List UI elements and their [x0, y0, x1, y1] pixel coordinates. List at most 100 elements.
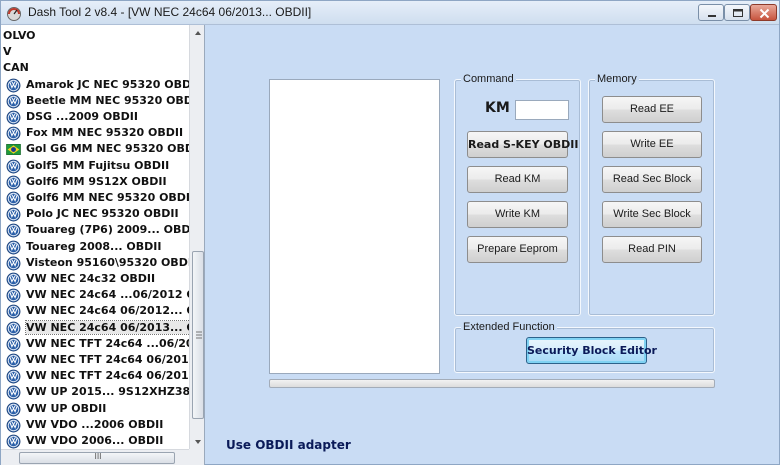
progress-bar — [269, 379, 715, 388]
tree-item-label: Golf6 MM 9S12X OBDII — [26, 174, 167, 188]
tree-item-label: Touareg (7P6) 2009... OBDII — [26, 223, 199, 237]
tree-item-label: Fox MM NEC 95320 OBDII — [26, 126, 184, 140]
vw-logo-icon — [6, 304, 21, 319]
output-text-panel[interactable] — [269, 79, 440, 374]
tree-item-label: Gol G6 MM NEC 95320 OBDII — [26, 142, 203, 156]
vw-logo-icon — [6, 223, 21, 238]
tree-item-label: OLVO — [3, 29, 36, 42]
read-pin-button[interactable]: Read PIN — [602, 236, 702, 263]
title-bar[interactable]: Dash Tool 2 v8.4 - [VW NEC 24c64 06/2013… — [1, 1, 779, 25]
vw-logo-icon — [6, 434, 21, 449]
tree-item-label: Amarok JC NEC 95320 OBDII — [26, 77, 200, 91]
read-km-button[interactable]: Read KM — [467, 166, 568, 193]
tree-item-label: VW NEC TFT 24c64 06/2012. — [26, 353, 201, 366]
tree-item[interactable]: Beetle MM NEC 95320 OBDII — [1, 93, 201, 109]
tree-horizontal-scrollbar[interactable]: III — [1, 449, 189, 465]
tree-item[interactable]: VW NEC 24c64 ...06/2012 OI — [1, 287, 200, 303]
tree-group[interactable]: OLVO — [1, 28, 189, 44]
vw-logo-icon — [6, 288, 21, 303]
tree-item[interactable]: Golf6 MM NEC 95320 OBDII — [1, 190, 194, 206]
vw-logo-icon — [6, 385, 21, 400]
vw-logo-icon — [6, 418, 21, 433]
window-title: Dash Tool 2 v8.4 - [VW NEC 24c64 06/2013… — [28, 5, 312, 19]
tree-item-label: VW NEC TFT 24c64 ...06/201 — [26, 336, 202, 350]
vw-logo-icon — [6, 126, 21, 141]
chevron-down-icon — [195, 440, 201, 444]
tree-item[interactable]: DSG ...2009 OBDII — [1, 109, 189, 125]
close-button[interactable] — [750, 4, 777, 21]
tree-item[interactable]: Visteon 95160\95320 OBDII — [1, 255, 196, 271]
scroll-up-button[interactable] — [190, 25, 204, 41]
prepare-eeprom-button[interactable]: Prepare Eeprom — [467, 236, 568, 263]
vehicle-tree[interactable]: OLVO V CAN Amarok JC NEC 95320 OBDII Beetle … — [1, 25, 205, 465]
tree-item[interactable]: VW VDO ...2006 OBDII — [1, 417, 189, 433]
read-ee-button[interactable]: Read EE — [602, 96, 702, 123]
vw-logo-icon — [6, 256, 21, 271]
vw-logo-icon — [6, 175, 21, 190]
tree-item[interactable]: VW NEC TFT 24c64 ...06/201 — [1, 336, 201, 352]
tree-item[interactable]: Touareg (7P6) 2009... OBDII — [1, 222, 199, 238]
tree-vertical-scrollbar[interactable] — [189, 25, 204, 450]
vw-logo-icon — [6, 272, 21, 287]
chevron-up-icon — [195, 31, 201, 35]
tree-item-label: Polo JC NEC 95320 OBDII — [26, 207, 179, 221]
tree-item[interactable]: VW NEC 24c32 OBDII — [1, 271, 189, 287]
tree-item[interactable]: Golf6 MM 9S12X OBDII — [1, 174, 189, 190]
tree-item[interactable]: Fox MM NEC 95320 OBDII — [1, 125, 189, 141]
vw-logo-icon — [6, 159, 21, 174]
write-km-button[interactable]: Write KM — [467, 201, 568, 228]
tree-item[interactable]: Polo JC NEC 95320 OBDII — [1, 206, 189, 222]
security-block-editor-button[interactable]: Security Block Editor — [526, 337, 657, 364]
read-sec-block-button[interactable]: Read Sec Block — [602, 166, 702, 193]
extended-function-legend: Extended Function — [461, 321, 557, 333]
tree-item[interactable]: VW NEC 24c64 06/2013... OI — [1, 319, 201, 336]
tree-item-label: VW UP 2015... 9S12XHZ384 — [26, 385, 198, 399]
tree-item[interactable]: VW NEC TFT 24c64 06/2013. — [1, 368, 201, 384]
tree-item-label: Beetle MM NEC 95320 OBDII — [26, 93, 202, 107]
tree-item[interactable]: VW NEC TFT 24c64 06/2012. — [1, 352, 201, 368]
tree-item[interactable]: VW UP 2015... 9S12XHZ384 — [1, 384, 198, 400]
tree-item-label: VW NEC TFT 24c64 06/2013. — [26, 369, 201, 383]
scroll-corner — [189, 449, 204, 465]
tree-item[interactable]: VW UP OBDII — [1, 401, 189, 417]
km-label: KM — [485, 100, 510, 116]
vw-logo-icon — [6, 353, 21, 368]
tree-item-label: Golf5 MM Fujitsu OBDII — [26, 158, 170, 172]
tree-item-label: V — [3, 45, 12, 59]
tree-item-label: Touareg 2008... OBDII — [26, 239, 162, 253]
tree-item[interactable]: Golf5 MM Fujitsu OBDII — [1, 158, 189, 174]
minimize-icon — [708, 15, 716, 17]
minimize-button[interactable] — [698, 4, 724, 21]
vw-logo-icon — [6, 369, 21, 384]
scroll-down-button[interactable] — [190, 434, 204, 450]
tree-item-label: Golf6 MM NEC 95320 OBDII — [26, 191, 195, 204]
tree-group[interactable]: V — [1, 44, 189, 60]
vw-logo-icon — [6, 321, 21, 336]
status-text: Use OBDII adapter — [226, 438, 351, 452]
tree-item[interactable]: Gol G6 MM NEC 95320 OBDII — [1, 141, 202, 157]
tree-group[interactable]: CAN — [1, 60, 189, 76]
tree-item-label: VW NEC 24c32 OBDII — [26, 272, 156, 285]
tree-item[interactable]: Amarok JC NEC 95320 OBDII — [1, 77, 199, 93]
tree-hscroll-thumb[interactable]: III — [19, 452, 175, 464]
tree-item-label: VW NEC 24c64 ...06/2012 OI — [26, 288, 200, 302]
brazil-flag-icon — [6, 144, 21, 156]
write-ee-button[interactable]: Write EE — [602, 131, 702, 158]
read-skey-obdii-button[interactable]: Read S-KEY OBDII — [467, 131, 578, 158]
tree-item[interactable]: VW VDO 2006... OBDII — [1, 433, 189, 449]
vw-logo-icon — [6, 110, 21, 125]
hscroll-grip: III — [94, 452, 102, 461]
tree-item[interactable]: VW NEC 24c64 06/2012... OI — [1, 303, 200, 319]
vw-logo-icon — [6, 240, 21, 255]
tree-item-label: Visteon 95160\95320 OBDII — [26, 255, 197, 269]
maximize-button[interactable] — [724, 4, 750, 21]
km-input[interactable] — [515, 100, 569, 120]
write-sec-block-button[interactable]: Write Sec Block — [602, 201, 702, 228]
vw-logo-icon — [6, 191, 21, 206]
tree-item-label: VW VDO 2006... OBDII — [26, 434, 164, 447]
tree-item-label: DSG ...2009 OBDII — [26, 110, 138, 123]
tree-scroll-thumb[interactable] — [192, 251, 204, 419]
tree-item-label: CAN — [3, 61, 29, 75]
tree-item-label: VW NEC 24c64 06/2013... OI — [25, 319, 201, 335]
tree-item[interactable]: Touareg 2008... OBDII — [1, 239, 189, 255]
